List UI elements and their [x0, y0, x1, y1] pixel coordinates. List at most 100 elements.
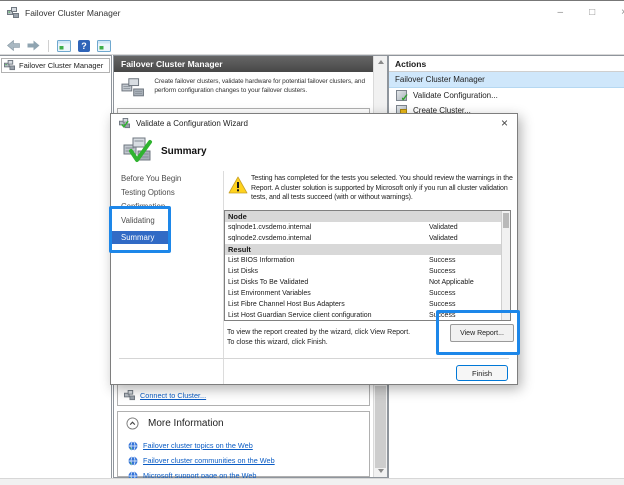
dialog-titlebar: Validate a Configuration Wizard ×: [111, 114, 517, 133]
table-row[interactable]: sqlnode1.cvsdemo.internal Validated: [225, 222, 510, 233]
dialog-separator: [119, 358, 509, 359]
test-result: Success: [429, 257, 456, 264]
action-item-label: Validate Configuration...: [413, 91, 498, 100]
show-console-tree-button[interactable]: [56, 39, 72, 53]
table-row[interactable]: List Host Guardian Service client config…: [225, 310, 510, 320]
center-pane-description: Create failover clusters, validate hardw…: [154, 78, 365, 94]
test-name: Result: [228, 245, 251, 254]
console-tree-icon: [57, 39, 71, 52]
cluster-icon: [4, 60, 15, 71]
wizard-step[interactable]: Summary: [111, 231, 168, 244]
toolbar-separator: [48, 39, 49, 52]
table-row[interactable]: Node: [225, 211, 510, 222]
scrollbar-thumb[interactable]: [375, 386, 386, 468]
table-row[interactable]: List Fibre Channel Host Bus Adapters Suc…: [225, 299, 510, 310]
wizard-content: Testing has completed for the tests you …: [223, 171, 517, 384]
wizard-step-label: Before You Begin: [121, 174, 182, 183]
maximize-button[interactable]: □: [589, 8, 595, 18]
back-button[interactable]: [5, 39, 21, 53]
validation-results-rows: Node sqlnode1.cvsdemo.internal Validated…: [225, 211, 510, 320]
forward-button[interactable]: [25, 39, 41, 53]
forward-icon: [27, 40, 39, 51]
help-icon: ?: [78, 39, 90, 52]
validate-configuration-wizard-dialog: Validate a Configuration Wizard × Summar…: [110, 113, 518, 385]
connect-to-cluster-link[interactable]: Connect to Cluster...: [140, 391, 206, 400]
web-link-label: Failover cluster communities on the Web: [143, 456, 275, 465]
table-row[interactable]: List BIOS Information Success: [225, 255, 510, 266]
actions-pane-title: Actions: [389, 56, 624, 72]
wizard-step-label: Confirmation: [121, 202, 166, 211]
test-result: Not Applicable: [429, 279, 474, 286]
more-information-section: More Information Failover cluster topics…: [117, 411, 370, 481]
wizard-page-title: Summary: [161, 146, 207, 157]
actions-context-row[interactable]: Failover Cluster Manager: [389, 72, 624, 88]
web-link[interactable]: Failover cluster topics on the Web: [128, 438, 365, 453]
help-button[interactable]: ?: [76, 39, 92, 53]
wizard-step[interactable]: Confirmation: [111, 200, 223, 214]
wizard-cluster-icon: [119, 118, 130, 129]
wizard-step[interactable]: Validating: [111, 214, 223, 228]
window-controls: – □ ×: [558, 8, 624, 18]
wizard-steps-sidebar: Before You Begin Testing Options Confirmat…: [111, 171, 223, 384]
connect-to-cluster-row[interactable]: Connect to Cluster...: [124, 390, 206, 401]
more-information-header[interactable]: More Information: [126, 417, 224, 430]
table-row[interactable]: List Disks Success: [225, 266, 510, 277]
dialog-title: Validate a Configuration Wizard: [136, 119, 248, 128]
wizard-step[interactable]: Testing Options: [111, 186, 223, 200]
menubar: [0, 23, 624, 37]
test-result: Success: [429, 312, 456, 319]
failover-cluster-manager-window: Failover Cluster Manager – □ × ?: [0, 0, 624, 485]
toolbar: ?: [0, 37, 624, 55]
more-information-title: More Information: [148, 418, 224, 429]
web-globe-icon: [128, 440, 138, 451]
test-name: List Fibre Channel Host Bus Adapters: [228, 301, 345, 308]
center-pane-header: Failover Cluster Manager: [114, 56, 387, 72]
wizard-step[interactable]: Before You Begin: [111, 172, 223, 186]
validate-configuration-icon: [396, 90, 409, 104]
statusbar: [0, 478, 624, 485]
center-pane-description-row: Create failover clusters, validate hardw…: [121, 77, 371, 99]
tree-item-failover-cluster-manager[interactable]: Failover Cluster Manager: [1, 58, 110, 73]
wizard-page-header: Summary: [111, 133, 517, 171]
web-links-list: Failover cluster topics on the Web Failo…: [128, 438, 365, 483]
show-hide-action-pane-button[interactable]: [96, 39, 112, 53]
test-result: Validated: [429, 235, 458, 242]
titlebar: Failover Cluster Manager – □ ×: [0, 2, 624, 23]
table-row[interactable]: Result: [225, 244, 510, 255]
warning-icon: [228, 176, 248, 194]
table-row[interactable]: sqlnode2.cvsdemo.internal Validated: [225, 233, 510, 244]
wizard-step-label: Summary: [121, 233, 155, 242]
test-name: List BIOS Information: [228, 257, 295, 264]
finish-hint: To close this wizard, click Finish.: [227, 339, 328, 346]
finish-button[interactable]: Finish: [456, 365, 508, 381]
back-icon: [6, 40, 20, 51]
table-row[interactable]: List Environment Variables Success: [225, 288, 510, 299]
web-link-label: Failover cluster topics on the Web: [143, 441, 253, 450]
test-name: List Environment Variables: [228, 290, 311, 297]
minimize-button[interactable]: –: [558, 8, 564, 18]
test-name: List Disks: [228, 268, 258, 275]
table-row[interactable]: List Disks To Be Validated Not Applicabl…: [225, 277, 510, 288]
view-report-hint: To view the report created by the wizard…: [227, 329, 411, 336]
view-report-button[interactable]: View Report...: [450, 324, 514, 342]
action-pane-icon: [97, 39, 111, 52]
test-name: sqlnode2.cvsdemo.internal: [228, 235, 312, 242]
cluster-servers-icon: [121, 78, 144, 97]
console-tree-panel: Failover Cluster Manager: [0, 55, 112, 478]
table-scrollbar[interactable]: [501, 211, 510, 320]
test-name: List Host Guardian Service client config…: [228, 312, 372, 319]
action-item[interactable]: Validate Configuration...: [389, 88, 624, 104]
web-globe-icon: [128, 455, 138, 466]
table-scrollbar-thumb[interactable]: [503, 213, 509, 228]
scroll-down-arrow-icon[interactable]: [374, 465, 387, 477]
wizard-body: Before You Begin Testing Options Confirmat…: [111, 171, 517, 384]
app-cluster-icon: [7, 6, 19, 19]
window-title: Failover Cluster Manager: [25, 7, 121, 18]
tree-item-label: Failover Cluster Manager: [19, 61, 104, 70]
web-link[interactable]: Failover cluster communities on the Web: [128, 453, 365, 468]
dialog-close-icon[interactable]: ×: [501, 116, 508, 130]
scroll-up-arrow-icon[interactable]: [374, 56, 387, 68]
test-result: Success: [429, 268, 456, 275]
wizard-step-label: Testing Options: [121, 188, 175, 197]
test-result: Success: [429, 290, 456, 297]
